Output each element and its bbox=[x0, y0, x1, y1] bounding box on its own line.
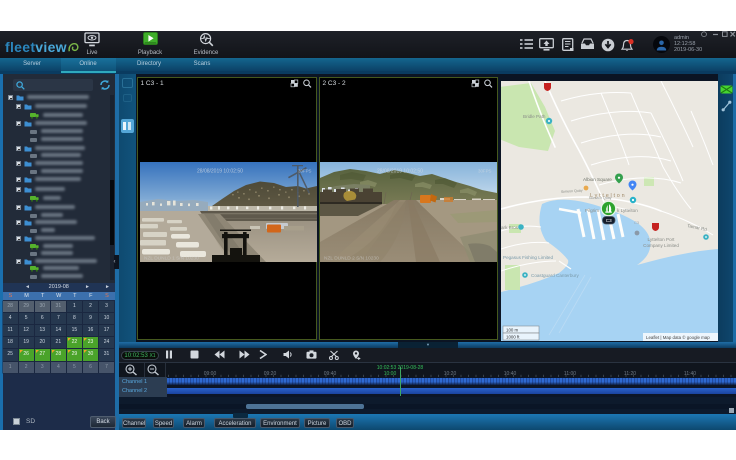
svg-text:Lyttelton PortCompany Limited: Lyttelton PortCompany Limited bbox=[643, 237, 679, 248]
svg-text:Pegasus Fishing Limited: Pegasus Fishing Limited bbox=[503, 255, 553, 260]
svg-text:Coastguard Canterbury: Coastguard Canterbury bbox=[531, 273, 579, 278]
svg-text:1000 ft: 1000 ft bbox=[506, 335, 520, 340]
svg-text:Pilgrim: Pilgrim bbox=[585, 208, 599, 213]
svg-text:k Lyttelton: k Lyttelton bbox=[617, 208, 638, 213]
svg-text:C3: C3 bbox=[634, 220, 640, 225]
svg-text:100 m: 100 m bbox=[506, 328, 519, 333]
svg-text:Leaflet | Map data © google ma: Leaflet | Map data © google map bbox=[646, 335, 710, 340]
svg-text:28/08/2019 10:02:50: 28/08/2019 10:02:50 bbox=[377, 169, 423, 175]
svg-text:C3: C3 bbox=[606, 218, 612, 223]
svg-text:ark Bros: ark Bros bbox=[501, 225, 519, 230]
svg-text:30FPS: 30FPS bbox=[298, 169, 311, 174]
svg-text:Albion Square: Albion Square bbox=[583, 177, 612, 182]
svg-text:Lyttelton: Lyttelton bbox=[590, 193, 626, 199]
svg-text:28/08/2019 10:02:50: 28/08/2019 10:02:50 bbox=[197, 169, 243, 175]
svg-text:Bridle Path: Bridle Path bbox=[523, 114, 546, 119]
svg-text:NZL DUNLD 1 S/N 10230: NZL DUNLD 1 S/N 10230 bbox=[144, 256, 199, 262]
svg-text:NZL DUNLD 2 S/N 10230: NZL DUNLD 2 S/N 10230 bbox=[324, 256, 379, 262]
svg-text:30FPS: 30FPS bbox=[478, 169, 491, 174]
